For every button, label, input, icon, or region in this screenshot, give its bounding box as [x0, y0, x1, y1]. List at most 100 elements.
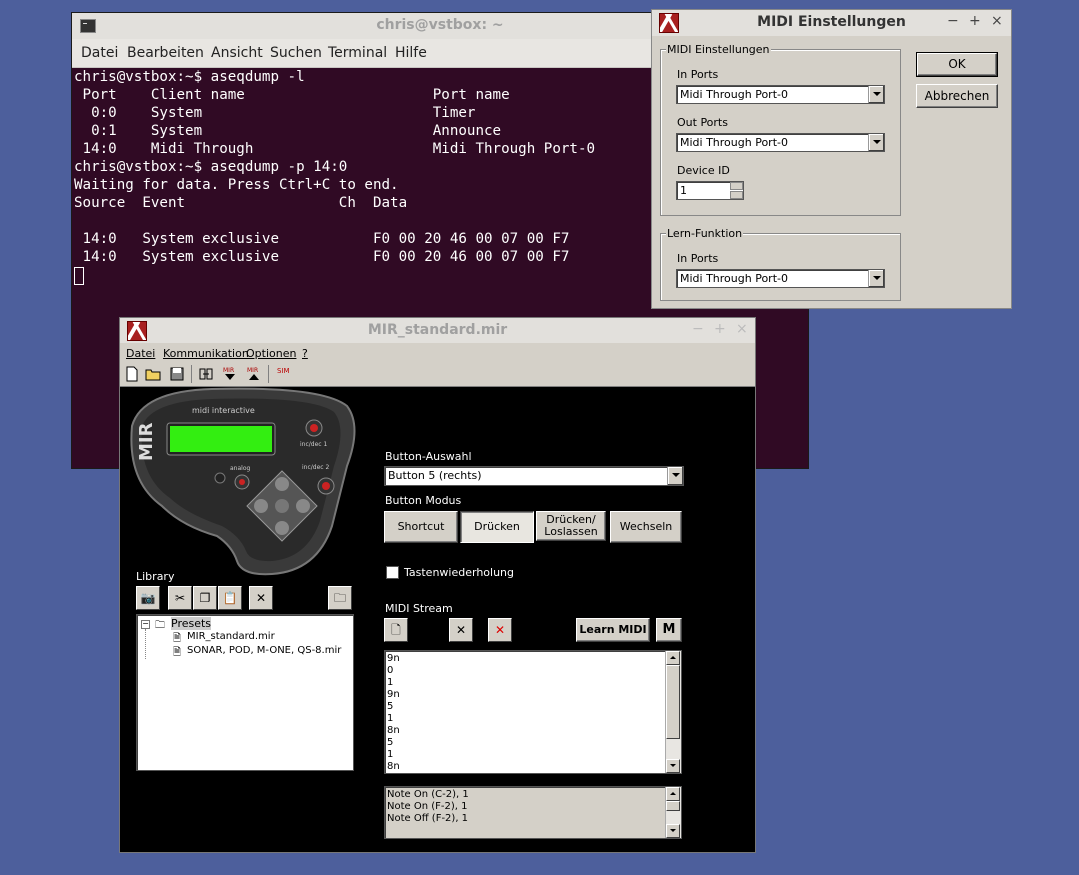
tree-item[interactable]: MIR_standard.mir	[187, 631, 275, 642]
terminal-menu-datei[interactable]: Datei	[81, 45, 118, 61]
terminal-line: 14:0 System exclusive F0 00 20 46 00 07 …	[74, 231, 570, 247]
tree-item[interactable]: SONAR, POD, M-ONE, QS-8.mir	[187, 645, 341, 656]
device-id-value: 1	[680, 184, 687, 197]
minimize-icon[interactable]: −	[692, 321, 704, 337]
new-folder-button[interactable]: 🗀	[328, 586, 352, 610]
mir-window[interactable]: MIR_standard.mir − + × Datei Kommunikati…	[119, 317, 756, 853]
in-ports-select[interactable]: Midi Through Port-0	[676, 85, 885, 104]
camera-button[interactable]: 📷	[136, 586, 160, 610]
chevron-down-icon[interactable]	[868, 134, 884, 151]
scroll-thumb[interactable]	[666, 665, 680, 739]
scroll-thumb[interactable]	[666, 801, 680, 811]
delete-preset-button[interactable]: ✕	[249, 586, 273, 610]
midi-stream-list[interactable]: 9n 0 1 9n 5 1 8n 5 1 8n	[384, 650, 682, 774]
cancel-button[interactable]: Abbrechen	[916, 84, 998, 108]
preset-tree[interactable]: − 🗀 Presets 🗎 MIR_standard.mir 🗎 SONAR, …	[136, 614, 354, 771]
mir-menu-optionen[interactable]: Optionen	[246, 347, 296, 360]
mir-download-icon[interactable]: MIR	[222, 366, 238, 382]
stream-byte[interactable]: 5	[387, 737, 400, 749]
file-icon: 🗎	[173, 647, 182, 658]
device-id-spinner[interactable]: 1	[676, 181, 744, 200]
cut-button[interactable]: ✂	[168, 586, 192, 610]
mode-toggle-button[interactable]: Wechseln	[610, 511, 682, 543]
mir-menu-datei[interactable]: Datei	[126, 347, 155, 360]
new-file-icon[interactable]	[124, 366, 140, 382]
mir-device-image: midi interactive MIR inc/dec 1 analog in…	[130, 387, 356, 576]
note-entry[interactable]: Note On (F-2), 1	[387, 801, 469, 813]
stream-byte[interactable]: 9n	[387, 653, 400, 665]
midi-settings-dialog[interactable]: MIDI Einstellungen − + × MIDI Einstellun…	[651, 9, 1012, 309]
paste-button[interactable]: 📋	[218, 586, 242, 610]
maximize-icon[interactable]: +	[714, 321, 726, 337]
mode-press-button[interactable]: Drücken	[460, 511, 534, 543]
stream-byte[interactable]: 8n	[387, 725, 400, 737]
out-ports-value: Midi Through Port-0	[680, 136, 788, 149]
mode-shortcut-button[interactable]: Shortcut	[384, 511, 458, 543]
chevron-down-icon[interactable]	[667, 467, 683, 485]
repeat-checkbox[interactable]	[386, 566, 399, 579]
terminal-line: 0:0 System Timer	[74, 105, 476, 121]
mir-menu-help[interactable]: ?	[302, 347, 308, 360]
stream-clear-button[interactable]: ✕	[449, 618, 473, 642]
mir-toolbar: MIR MIR SIM	[120, 362, 755, 387]
stream-byte[interactable]: 1	[387, 713, 400, 725]
mir-title: MIR_standard.mir	[367, 322, 508, 338]
close-icon[interactable]: ×	[736, 321, 748, 337]
tree-collapse-icon[interactable]: −	[141, 620, 150, 629]
terminal-menu-bearbeiten[interactable]: Bearbeiten	[127, 45, 204, 61]
stream-delete-button[interactable]: ✕	[488, 618, 512, 642]
mir-menu-kommunikation[interactable]: Kommunikation	[163, 347, 249, 360]
stream-byte[interactable]: 1	[387, 677, 400, 689]
open-folder-icon[interactable]	[145, 366, 161, 382]
stream-scrollbar[interactable]	[665, 651, 681, 773]
mir-upload-icon[interactable]: MIR	[246, 366, 262, 382]
stream-byte[interactable]: 8n	[387, 761, 400, 773]
terminal-output[interactable]: chris@vstbox:~$ aseqdump -l Port Client …	[74, 68, 595, 266]
scroll-up-icon[interactable]	[666, 787, 680, 801]
chevron-down-icon[interactable]	[868, 86, 884, 103]
stream-byte[interactable]: 9n	[387, 689, 400, 701]
scroll-up-icon[interactable]	[666, 651, 680, 665]
midi-settings-group-label: MIDI Einstellungen	[666, 43, 771, 56]
terminal-menu-suchen[interactable]: Suchen	[270, 45, 322, 61]
learn-in-ports-select[interactable]: Midi Through Port-0	[676, 269, 885, 288]
terminal-line: 14:0 Midi Through Midi Through Port-0	[74, 141, 596, 157]
sim-icon[interactable]: SIM	[277, 367, 290, 375]
out-ports-select[interactable]: Midi Through Port-0	[676, 133, 885, 152]
copy-button[interactable]: ❐	[193, 586, 217, 610]
stream-byte[interactable]: 1	[387, 749, 400, 761]
midi-notes-list[interactable]: Note On (C-2), 1 Note On (F-2), 1 Note O…	[384, 786, 682, 839]
scroll-down-icon[interactable]	[666, 759, 680, 773]
spin-up-icon[interactable]	[730, 182, 743, 190]
m-button[interactable]: M	[656, 618, 682, 642]
learn-midi-button[interactable]: Learn MIDI	[576, 618, 650, 642]
terminal-menu-terminal[interactable]: Terminal	[328, 45, 387, 61]
stream-byte[interactable]: 5	[387, 701, 400, 713]
spin-down-icon[interactable]	[730, 191, 743, 199]
save-icon[interactable]	[169, 366, 185, 382]
scroll-down-icon[interactable]	[666, 824, 680, 838]
mir-titlebar[interactable]: MIR_standard.mir − + ×	[120, 318, 755, 343]
stream-byte[interactable]: 0	[387, 665, 400, 677]
midi-connect-icon[interactable]	[198, 366, 214, 382]
tree-root-presets[interactable]: Presets	[171, 617, 212, 630]
notes-scrollbar[interactable]	[665, 787, 681, 838]
ok-button[interactable]: OK	[916, 52, 998, 77]
maximize-icon[interactable]: +	[969, 13, 981, 29]
midi-dialog-titlebar[interactable]: MIDI Einstellungen − + ×	[652, 10, 1011, 36]
tree-line	[145, 629, 147, 659]
terminal-line: chris@vstbox:~$ aseqdump -p 14:0	[74, 159, 348, 175]
chevron-down-icon[interactable]	[868, 270, 884, 287]
device-label-incdec1: inc/dec 1	[300, 441, 327, 448]
note-entry[interactable]: Note Off (F-2), 1	[387, 813, 469, 825]
minimize-icon[interactable]: −	[947, 13, 959, 29]
note-entry[interactable]: Note On (C-2), 1	[387, 789, 469, 801]
close-icon[interactable]: ×	[991, 13, 1003, 29]
terminal-menu-ansicht[interactable]: Ansicht	[211, 45, 263, 61]
device-model-text: MIR	[136, 422, 157, 461]
button-select[interactable]: Button 5 (rechts)	[384, 466, 684, 486]
terminal-line: 0:1 System Announce	[74, 123, 502, 139]
stream-new-button[interactable]: 🗋	[384, 618, 408, 642]
terminal-menu-hilfe[interactable]: Hilfe	[395, 45, 427, 61]
mode-press-release-button[interactable]: Drücken/ Loslassen	[536, 511, 606, 541]
